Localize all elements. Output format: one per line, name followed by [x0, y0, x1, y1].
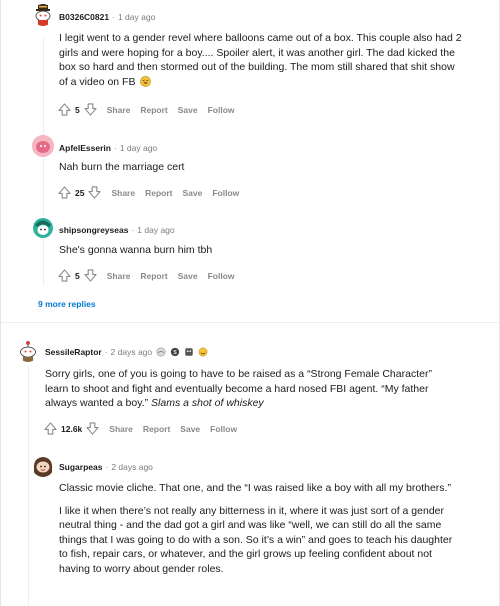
thread-line[interactable]	[28, 366, 29, 606]
downvote-icon[interactable]	[84, 269, 97, 282]
report-button[interactable]: Report	[145, 188, 172, 198]
meta-separator: ·	[104, 347, 108, 357]
meta-separator: ·	[131, 225, 135, 235]
award-icon[interactable]: $	[170, 347, 180, 357]
comment-italic-text: Slams a shot of whiskey	[151, 397, 264, 409]
meta-separator: ·	[112, 12, 115, 22]
share-button[interactable]: Share	[109, 424, 133, 434]
username[interactable]: Sugarpeas	[59, 462, 102, 472]
avatar[interactable]	[32, 135, 54, 157]
downvote-icon[interactable]	[88, 186, 102, 199]
award-icon[interactable]	[198, 347, 208, 357]
share-button[interactable]: Share	[107, 105, 131, 115]
avatar[interactable]	[17, 340, 39, 362]
share-button[interactable]: Share	[107, 271, 131, 281]
comment-paragraph: I like it when there’s not really any bi…	[59, 504, 453, 575]
laughing-emoji-icon	[140, 75, 152, 87]
follow-button[interactable]: Follow	[210, 424, 237, 434]
comment-meta: B0326C0821 · 1 day ago	[59, 12, 155, 22]
upvote-icon[interactable]	[58, 269, 71, 282]
follow-button[interactable]: Follow	[208, 105, 235, 115]
comment-meta: SessileRaptor · 2 days ago $	[45, 347, 208, 357]
thread-line[interactable]	[43, 36, 44, 286]
comment-meta: Sugarpeas · 2 days ago	[59, 462, 153, 472]
save-button[interactable]: Save	[180, 424, 200, 434]
report-button[interactable]: Report	[140, 271, 167, 281]
save-button[interactable]: Save	[178, 271, 198, 281]
snoo-avatar-icon	[35, 4, 51, 26]
save-button[interactable]: Save	[182, 188, 202, 198]
comment-meta: ApfelEsserin · 1 day ago	[59, 143, 157, 153]
comment-body: Nah burn the marriage cert	[59, 160, 464, 175]
vote-score: 12.6k	[61, 423, 83, 434]
comment-text: She's gonna wanna burn him tbh	[59, 244, 213, 256]
avatar[interactable]	[32, 4, 54, 26]
timestamp[interactable]: 1 day ago	[118, 12, 155, 22]
comment-body: Sorry girls, one of you is going to have…	[45, 367, 455, 411]
comment-thread-panel: B0326C0821 · 1 day ago I legit went to a…	[0, 0, 500, 606]
timestamp[interactable]: 2 days ago	[111, 347, 153, 357]
vote-score: 5	[75, 270, 80, 281]
comment-meta: shipsongreyseas · 1 day ago	[59, 225, 175, 235]
comment-body: Classic movie cliche. That one, and the …	[59, 481, 459, 576]
downvote-icon[interactable]	[86, 422, 99, 435]
avatar[interactable]	[32, 455, 54, 477]
comment-body: I legit went to a gender revel where bal…	[59, 31, 464, 89]
upvote-icon[interactable]	[58, 186, 71, 199]
comment-paragraph: Classic movie cliche. That one, and the …	[59, 482, 451, 494]
comment-actions: 5 Share Report Save Follow	[58, 269, 235, 282]
follow-button[interactable]: Follow	[208, 271, 235, 281]
award-icon[interactable]	[184, 347, 194, 357]
timestamp[interactable]: 2 days ago	[111, 462, 153, 472]
avatar[interactable]	[32, 217, 54, 239]
upvote-icon[interactable]	[58, 103, 71, 116]
timestamp[interactable]: 1 day ago	[120, 143, 157, 153]
divider	[1, 322, 500, 323]
comment-text: I legit went to a gender revel where bal…	[59, 32, 462, 88]
comment-actions: 12.6k Share Report Save Follow	[44, 422, 237, 435]
follow-button[interactable]: Follow	[212, 188, 239, 198]
username[interactable]: ApfelEsserin	[59, 143, 111, 153]
report-button[interactable]: Report	[143, 424, 170, 434]
upvote-icon[interactable]	[44, 422, 57, 435]
more-replies-link[interactable]: 9 more replies	[38, 299, 96, 309]
username[interactable]: SessileRaptor	[45, 347, 102, 357]
username[interactable]: shipsongreyseas	[59, 225, 128, 235]
save-button[interactable]: Save	[178, 105, 198, 115]
snoo-avatar-icon	[20, 341, 36, 362]
comment-text: Nah burn the marriage cert	[59, 161, 185, 173]
snoo-avatar-icon	[33, 457, 53, 477]
report-button[interactable]: Report	[140, 105, 167, 115]
meta-separator: ·	[105, 462, 109, 472]
downvote-icon[interactable]	[84, 103, 97, 116]
comment-body: She's gonna wanna burn him tbh	[59, 243, 464, 258]
snoo-avatar-icon	[33, 218, 53, 238]
comment-actions: 25 Share Report Save Follow	[58, 186, 239, 199]
vote-score: 5	[75, 104, 80, 115]
share-button[interactable]: Share	[111, 188, 135, 198]
comment-actions: 5 Share Report Save Follow	[58, 103, 235, 116]
meta-separator: ·	[113, 143, 117, 153]
award-icon[interactable]	[156, 347, 166, 357]
username[interactable]: B0326C0821	[59, 12, 109, 22]
snoo-avatar-icon	[32, 135, 54, 157]
timestamp[interactable]: 1 day ago	[137, 225, 174, 235]
vote-score: 25	[75, 187, 85, 198]
